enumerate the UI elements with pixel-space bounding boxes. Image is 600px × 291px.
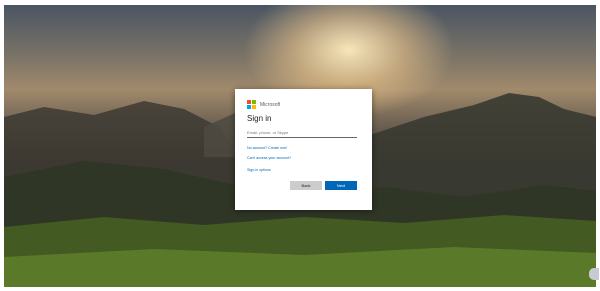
back-button[interactable]: Back	[290, 181, 322, 190]
sign-in-options-link[interactable]: Sign-in options	[247, 168, 271, 172]
cant-access-account-link[interactable]: Can't access your account?	[247, 156, 291, 160]
sign-in-title: Sign in	[247, 114, 272, 123]
sign-in-dialog: Microsoft Sign in No account? Create one…	[235, 89, 372, 210]
microsoft-logo-icon	[247, 100, 256, 109]
microsoft-wordmark: Microsoft	[260, 101, 281, 108]
email-input[interactable]	[247, 127, 357, 138]
logo-blue-square	[247, 105, 251, 109]
logo-yellow-square	[252, 105, 256, 109]
logo-red-square	[247, 100, 251, 104]
logo-green-square	[252, 100, 256, 104]
next-button[interactable]: Next	[325, 181, 357, 190]
microsoft-header: Microsoft	[247, 100, 280, 109]
lock-screen-background: Microsoft Sign in No account? Create one…	[4, 5, 596, 287]
create-account-link[interactable]: No account? Create one!	[247, 146, 287, 150]
accessibility-icon[interactable]	[589, 268, 599, 280]
